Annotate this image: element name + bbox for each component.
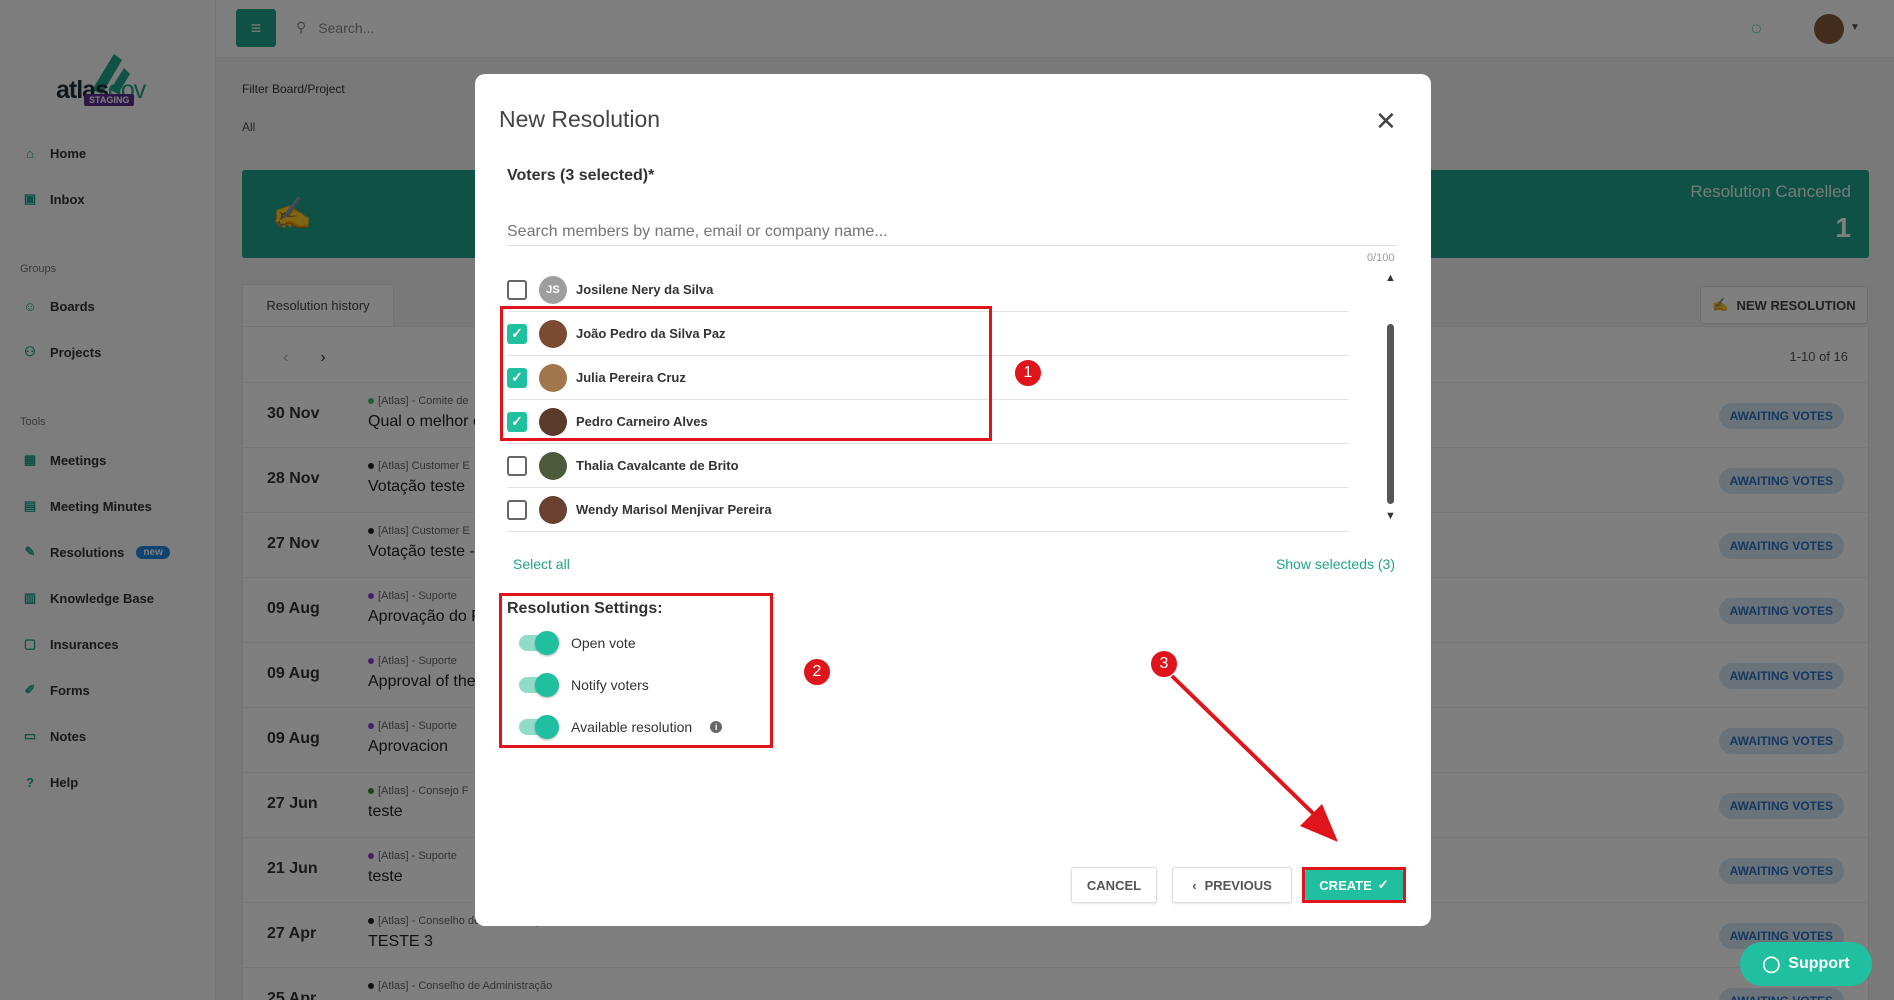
arrow-to-create (1170, 674, 1338, 842)
